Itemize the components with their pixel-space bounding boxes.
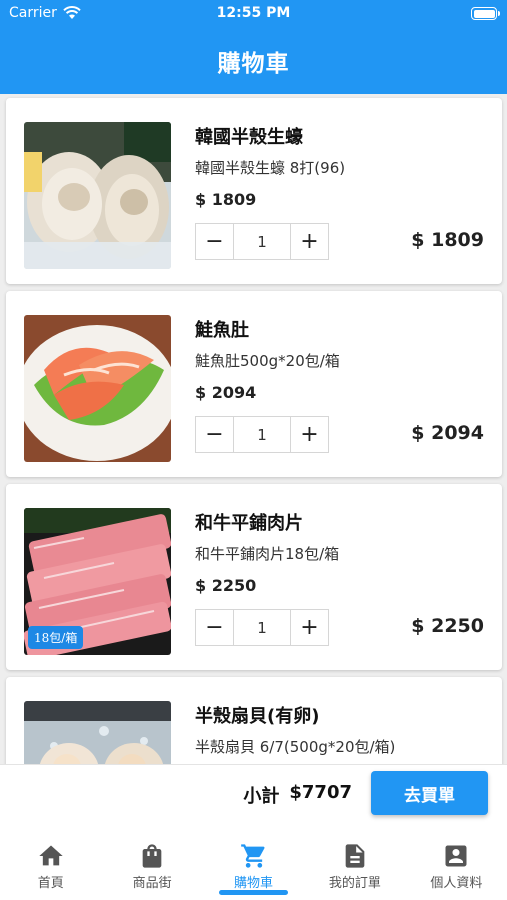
- item-total: $ 2250: [411, 615, 484, 637]
- cart-item: 鮭魚肚 鮭魚肚500g*20包/箱 $ 2094 − 1 + $ 2094: [6, 291, 502, 477]
- scallop-photo: [24, 701, 171, 764]
- item-unit-price: $ 1809: [195, 190, 257, 209]
- decrease-button[interactable]: −: [196, 224, 233, 259]
- cart-item: 半殼扇貝(有卵) 半殼扇貝 6/7(500g*20包/箱): [6, 677, 502, 764]
- increase-button[interactable]: +: [291, 610, 328, 645]
- tab-label: 商品街: [132, 876, 172, 891]
- active-tab-indicator: [218, 890, 289, 895]
- quantity-value: 1: [233, 610, 291, 645]
- item-spec: 半殼扇貝 6/7(500g*20包/箱): [195, 738, 396, 756]
- minus-icon: −: [205, 422, 224, 447]
- item-unit-price: $ 2094: [195, 383, 257, 402]
- minus-icon: −: [205, 615, 224, 640]
- decrease-button[interactable]: −: [196, 610, 233, 645]
- status-bar: Carrier 12:55 PM: [0, 0, 507, 28]
- wagyu-slices-photo: 18包/箱: [24, 508, 171, 655]
- decrease-button[interactable]: −: [196, 417, 233, 452]
- quantity-value: 1: [233, 224, 291, 259]
- item-name: 韓國半殼生蠔: [195, 127, 303, 148]
- minus-icon: −: [205, 229, 224, 254]
- profile-icon: [445, 845, 467, 867]
- subtotal-value: $7707: [289, 782, 352, 803]
- quantity-stepper: − 1 +: [195, 609, 329, 646]
- tab-label: 個人資料: [430, 876, 483, 891]
- quantity-stepper: − 1 +: [195, 416, 329, 453]
- plus-icon: +: [300, 615, 319, 640]
- oyster-photo: [24, 122, 171, 269]
- tab-orders[interactable]: 我的訂單: [304, 822, 405, 900]
- tab-cart[interactable]: 購物車: [203, 822, 304, 900]
- item-spec: 韓國半殼生蠔 8打(96): [195, 159, 346, 177]
- subtotal: 小計 $7707: [243, 782, 352, 808]
- tab-label: 首頁: [37, 876, 64, 891]
- tab-profile[interactable]: 個人資料: [406, 822, 507, 900]
- increase-button[interactable]: +: [291, 224, 328, 259]
- battery-icon: [471, 7, 500, 20]
- subtotal-label: 小計: [243, 786, 280, 807]
- plus-icon: +: [300, 422, 319, 447]
- item-total: $ 1809: [411, 229, 484, 251]
- tab-home[interactable]: 首頁: [0, 822, 101, 900]
- tab-shop[interactable]: 商品街: [101, 822, 202, 900]
- checkout-button[interactable]: 去買單: [371, 771, 488, 815]
- tab-label: 購物車: [234, 876, 274, 891]
- home-icon: [39, 845, 63, 866]
- increase-button[interactable]: +: [291, 417, 328, 452]
- cart-item: 韓國半殼生蠔 韓國半殼生蠔 8打(96) $ 1809 − 1 + $ 1809: [6, 98, 502, 284]
- bottom-tab-bar: 首頁 商品街 購物車 我的訂單 個人資料: [0, 822, 507, 900]
- checkout-bar: 小計 $7707 去買單: [0, 764, 507, 822]
- cart-item: 18包/箱 和牛平鋪肉片 和牛平鋪肉片18包/箱 $ 2250 − 1 + $ …: [6, 484, 502, 670]
- item-name: 和牛平鋪肉片: [195, 513, 303, 534]
- item-spec: 和牛平鋪肉片18包/箱: [195, 545, 340, 563]
- quantity-stepper: − 1 +: [195, 223, 329, 260]
- tab-label: 我的訂單: [328, 876, 381, 891]
- item-total: $ 2094: [411, 422, 484, 444]
- salmon-belly-photo: [24, 315, 171, 462]
- cart-list[interactable]: 韓國半殼生蠔 韓國半殼生蠔 8打(96) $ 1809 − 1 + $ 1809…: [0, 94, 507, 764]
- status-time: 12:55 PM: [216, 5, 291, 21]
- shopping-bag-icon: [142, 844, 162, 868]
- item-name: 半殼扇貝(有卵): [195, 706, 320, 727]
- plus-icon: +: [300, 229, 319, 254]
- item-unit-price: $ 2250: [195, 576, 257, 595]
- cart-icon: [240, 844, 265, 868]
- page-title: 購物車: [217, 51, 290, 77]
- item-spec: 鮭魚肚500g*20包/箱: [195, 352, 340, 370]
- quantity-value: 1: [233, 417, 291, 452]
- app-bar: 購物車: [0, 28, 507, 94]
- order-document-icon: [345, 844, 365, 868]
- pack-badge: 18包/箱: [28, 626, 84, 649]
- item-name: 鮭魚肚: [195, 320, 249, 341]
